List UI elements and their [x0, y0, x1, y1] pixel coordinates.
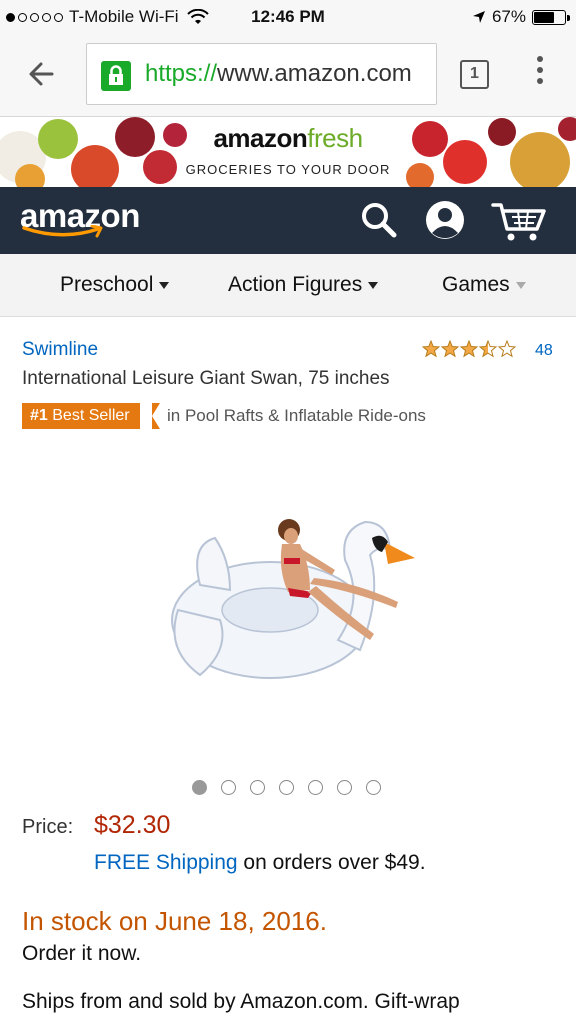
- free-shipping-link[interactable]: FREE Shipping: [94, 851, 238, 874]
- image-carousel-dots: [192, 780, 381, 795]
- carousel-dot[interactable]: [221, 780, 236, 795]
- best-seller-badge-tail: [152, 403, 160, 429]
- tab-switcher-button[interactable]: 1: [460, 60, 489, 89]
- best-seller-category[interactable]: in Pool Rafts & Inflatable Ride-ons: [167, 406, 426, 426]
- ships-from-text: Ships from and sold by Amazon.com. Gift-…: [22, 990, 460, 1024]
- category-games[interactable]: Games: [442, 273, 526, 297]
- rating-count-link[interactable]: 48: [535, 342, 553, 360]
- back-arrow-icon[interactable]: [22, 56, 62, 92]
- caret-down-icon: [159, 281, 170, 289]
- brand-link[interactable]: Swimline: [22, 339, 98, 361]
- caret-down-icon: [515, 281, 526, 289]
- shipping-info: FREE Shipping on orders over $49.: [94, 851, 426, 875]
- star-rating-icon[interactable]: [422, 340, 516, 360]
- url-text: https://www.amazon.com: [145, 60, 412, 88]
- carousel-dot[interactable]: [308, 780, 323, 795]
- overflow-menu-icon[interactable]: [530, 56, 550, 92]
- category-preschool[interactable]: Preschool: [60, 273, 170, 297]
- amazonfresh-tagline: GROCERIES TO YOUR DOOR: [185, 162, 391, 177]
- browser-toolbar: https://www.amazon.com 1: [0, 34, 576, 117]
- battery-fill: [534, 11, 555, 23]
- carousel-dot[interactable]: [337, 780, 352, 795]
- status-bar: T-Mobile Wi-Fi 12:46 PM 67%: [0, 0, 576, 34]
- battery-percent: 67%: [491, 7, 526, 26]
- stock-status: In stock on June 18, 2016.: [22, 906, 327, 936]
- product-title: International Leisure Giant Swan, 75 inc…: [22, 368, 390, 389]
- best-seller-badge[interactable]: #1 Best Seller: [22, 403, 140, 429]
- amazonfresh-logo: amazonfresh: [213, 123, 363, 153]
- amazonfresh-banner[interactable]: amazonfresh GROCERIES TO YOUR DOOR: [0, 117, 576, 187]
- price-value: $32.30: [94, 811, 171, 839]
- lock-icon: [101, 61, 131, 91]
- shipping-terms: on orders over $49.: [243, 851, 426, 874]
- amazon-smile-icon: [22, 225, 103, 238]
- url-bar[interactable]: https://www.amazon.com: [86, 43, 437, 105]
- url-host: www.amazon.com: [217, 60, 412, 87]
- category-nav: Preschool Action Figures Games: [0, 254, 576, 317]
- caret-down-icon: [368, 281, 379, 289]
- carousel-dot[interactable]: [279, 780, 294, 795]
- category-action-figures[interactable]: Action Figures: [228, 273, 379, 297]
- search-icon[interactable]: [358, 199, 400, 241]
- battery-icon: [532, 9, 570, 25]
- order-now-text: Order it now.: [22, 942, 142, 965]
- location-arrow-icon: [472, 11, 485, 23]
- price-label: Price:: [22, 816, 74, 838]
- carousel-dot[interactable]: [250, 780, 265, 795]
- account-icon[interactable]: [424, 199, 466, 241]
- carousel-dot[interactable]: [366, 780, 381, 795]
- product-image[interactable]: [160, 500, 430, 700]
- amazon-header: amazon: [0, 187, 576, 254]
- carousel-dot[interactable]: [192, 780, 207, 795]
- url-scheme: https://: [145, 60, 218, 87]
- cart-icon[interactable]: [490, 199, 550, 243]
- status-right: 67%: [472, 7, 570, 27]
